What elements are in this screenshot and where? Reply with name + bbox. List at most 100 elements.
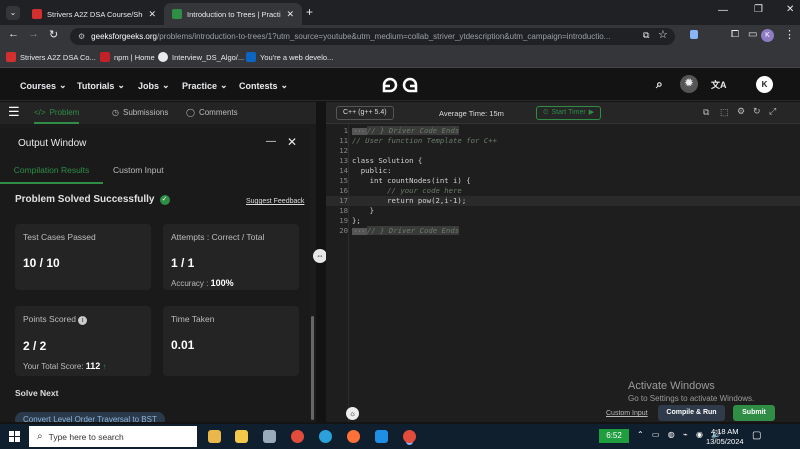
- compile-run-button[interactable]: Compile & Run: [658, 405, 725, 421]
- bookmark-github[interactable]: Interview_DS_Algo/...: [158, 52, 244, 62]
- reload-icon[interactable]: ↻: [49, 28, 58, 41]
- code-text: // User function Template for C++: [352, 136, 497, 145]
- profile-avatar[interactable]: K: [761, 29, 774, 42]
- windows-taskbar: ⌕ Type here to search 6:52 ⌃ ▭ ◍ ⌁ ◉ 🔊 4…: [0, 424, 800, 449]
- nav-contests[interactable]: Contests ⌄: [239, 80, 288, 91]
- taskbar-search-box[interactable]: ⌕ Type here to search: [29, 426, 197, 447]
- fold-icon[interactable]: ···: [352, 228, 367, 235]
- hamburger-menu-icon[interactable]: ☰: [8, 104, 20, 120]
- browser-menu-icon[interactable]: ⋮: [784, 28, 795, 41]
- clock-icon: ◷: [112, 108, 119, 117]
- fullscreen-icon[interactable]: ⬚: [720, 107, 729, 118]
- copy-icon[interactable]: ⧉: [703, 107, 709, 118]
- search-icon[interactable]: ⌕: [656, 77, 663, 92]
- search-icon: ⌕: [37, 431, 43, 442]
- code-line: 12: [326, 146, 800, 156]
- file-explorer-icon[interactable]: [235, 430, 248, 443]
- share-icon[interactable]: ⧉: [643, 30, 649, 41]
- code-text: }: [352, 206, 374, 215]
- close-icon[interactable]: ✕: [287, 135, 297, 149]
- browser-tab-strivers[interactable]: Strivers A2Z DSA Course/Shee ✕: [24, 3, 164, 25]
- clock[interactable]: 4:18 AM 13/05/2024: [706, 427, 744, 447]
- chevron-down-icon: ⌄: [59, 80, 67, 90]
- forward-icon[interactable]: →: [28, 28, 39, 40]
- submit-button[interactable]: Submit: [733, 405, 775, 421]
- tab-close-icon[interactable]: ✕: [286, 9, 294, 20]
- next-problem-chip[interactable]: Convert Level Order Traversal to BST: [15, 412, 165, 422]
- bookmark-strivers[interactable]: Strivers A2Z DSA Co...: [6, 52, 96, 62]
- tab-submissions[interactable]: ◷ Submissions: [112, 108, 168, 117]
- total-score-row: Your Total Score: 112 ↑: [23, 361, 143, 371]
- tab-close-icon[interactable]: ✕: [148, 9, 156, 20]
- nav-courses[interactable]: Courses ⌄: [20, 80, 67, 91]
- start-timer-button[interactable]: ⏲ Start Timer ▶: [536, 106, 602, 120]
- tab-custom-input[interactable]: Custom Input: [113, 165, 164, 175]
- back-icon[interactable]: ←: [8, 28, 19, 40]
- line-number: 16: [339, 186, 348, 195]
- notifications-icon[interactable]: ▢: [752, 430, 761, 441]
- solve-next-heading: Solve Next: [15, 388, 59, 398]
- npm-favicon-icon: [100, 52, 110, 62]
- window-minimize-icon[interactable]: —: [718, 5, 728, 16]
- tab-label: Submissions: [122, 108, 169, 117]
- browser-tab-trees[interactable]: Introduction to Trees | Practice ✕: [164, 3, 302, 25]
- window-close-icon[interactable]: ✕: [786, 4, 794, 15]
- line-number: 11: [339, 136, 348, 145]
- tab-problem[interactable]: </> Problem: [34, 102, 80, 124]
- firefox-taskbar-icon[interactable]: [347, 430, 360, 443]
- sidepanel-icon[interactable]: ▭: [748, 29, 757, 40]
- camera-app-icon[interactable]: [263, 430, 276, 443]
- line-number: 19: [339, 216, 348, 225]
- code-text: class Solution {: [352, 156, 423, 165]
- splitter-handle[interactable]: ⇔: [313, 249, 327, 263]
- suggest-feedback-link[interactable]: Suggest Feedback: [246, 198, 304, 205]
- site-info-icon[interactable]: ⚙: [78, 32, 85, 41]
- user-avatar[interactable]: K: [756, 76, 773, 93]
- code-area[interactable]: 1 ···// } Driver Code Ends 11// User func…: [326, 126, 800, 236]
- bookmark-linkedin[interactable]: You're a web develo...: [246, 52, 333, 62]
- settings-gear-icon[interactable]: ⚙: [737, 106, 745, 117]
- github-favicon-icon: [158, 52, 168, 62]
- nav-tutorials[interactable]: Tutorials ⌄: [77, 80, 125, 91]
- bookmark-star-icon[interactable]: ☆: [658, 28, 668, 41]
- tab-comments[interactable]: ◯ Comments: [186, 108, 238, 117]
- line-number: 14: [339, 166, 348, 175]
- fold-icon[interactable]: ···: [352, 128, 367, 135]
- tab-title: Strivers A2Z DSA Course/Shee: [47, 9, 144, 19]
- chrome-active-taskbar-icon[interactable]: [403, 430, 416, 443]
- code-text: ···// } Driver Code Ends: [352, 226, 460, 237]
- nav-practice[interactable]: Practice ⌄: [182, 80, 228, 91]
- code-text: public:: [352, 166, 392, 175]
- points-label-row: Points Scored i: [23, 314, 143, 325]
- battery-badge[interactable]: 6:52: [599, 429, 629, 443]
- line-number: 18: [339, 206, 348, 215]
- new-tab-button[interactable]: +: [306, 5, 313, 19]
- panel-scrollbar[interactable]: [311, 316, 314, 420]
- extension-icon[interactable]: [690, 30, 698, 39]
- code-text: return pow(2,i-1);: [352, 196, 467, 205]
- bulb-icon[interactable]: ☼: [346, 407, 359, 420]
- translate-icon[interactable]: 文A: [711, 78, 727, 91]
- comment-icon: ◯: [186, 108, 195, 117]
- info-icon[interactable]: i: [78, 316, 88, 325]
- custom-input-link[interactable]: Custom Input: [606, 410, 648, 417]
- window-restore-icon[interactable]: ❐: [754, 4, 763, 15]
- address-bar[interactable]: ⚙ geeksforgeeks.org/problems/introductio…: [70, 28, 675, 45]
- bookmark-npm[interactable]: npm | Home: [100, 52, 155, 62]
- gfg-logo[interactable]: [380, 75, 420, 95]
- edge-taskbar-icon[interactable]: [319, 430, 332, 443]
- task-view-icon[interactable]: [208, 430, 221, 443]
- expand-icon[interactable]: ⤢: [769, 106, 776, 117]
- tab-compilation-results[interactable]: Compilation Results: [0, 158, 103, 184]
- tuf-favicon-icon: [6, 52, 16, 62]
- tab-search-button[interactable]: ⌄: [6, 6, 20, 20]
- extension-puzzle-icon[interactable]: ⧠: [731, 29, 739, 40]
- windows-start-icon[interactable]: [9, 431, 20, 442]
- theme-toggle-icon[interactable]: ✹: [680, 75, 698, 93]
- nav-jobs[interactable]: Jobs ⌄: [138, 80, 170, 91]
- reset-icon[interactable]: ↻: [753, 106, 761, 117]
- vscode-taskbar-icon[interactable]: [375, 430, 388, 443]
- chrome-taskbar-icon[interactable]: [291, 430, 304, 443]
- language-select[interactable]: C++ (g++ 5.4): [336, 106, 394, 120]
- minimize-icon[interactable]: —: [266, 136, 276, 147]
